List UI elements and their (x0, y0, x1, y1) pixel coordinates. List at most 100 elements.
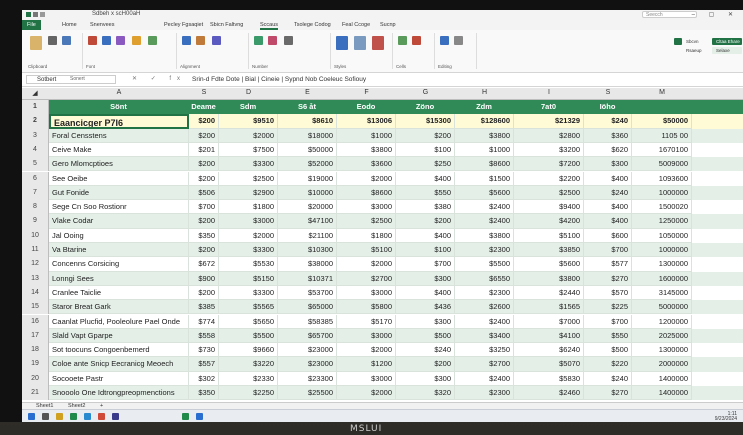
cell-value[interactable]: $506 (189, 185, 219, 201)
cell-value[interactable]: $3000 (219, 214, 278, 229)
cell-value[interactable]: $300 (396, 371, 455, 386)
cell-value[interactable]: Eodo (337, 100, 396, 115)
row-number[interactable]: 6 (22, 171, 49, 186)
comma-icon[interactable] (284, 36, 293, 45)
cell-value[interactable]: 7at0 (514, 100, 584, 115)
cell-value[interactable]: $2000 (337, 171, 396, 186)
cell-value[interactable]: $270 (584, 386, 632, 401)
edge-icon[interactable] (84, 413, 91, 420)
row-number[interactable]: 16 (22, 314, 49, 329)
cell-label[interactable]: Coloe ante Snicp Eecranicg Meoech (49, 357, 189, 372)
row-number[interactable]: 14 (22, 285, 49, 301)
cell-value[interactable]: $10000 (278, 185, 337, 201)
cell-value[interactable]: Zdm (455, 100, 514, 115)
row-number[interactable]: 2 (22, 114, 49, 129)
column-header[interactable]: S (584, 89, 632, 96)
ribbon-right-button[interactable]: Sbcvn (686, 39, 699, 44)
cell-value[interactable]: $8600 (455, 157, 514, 172)
cell-value[interactable]: $240 (584, 371, 632, 386)
cell-value[interactable]: $2500 (219, 171, 278, 186)
comments-button-label[interactable]: Selaxe (716, 48, 730, 53)
search-taskbar-icon[interactable] (42, 413, 49, 420)
cell-value[interactable]: $20000 (278, 200, 337, 215)
cell-value[interactable]: $8610 (278, 114, 337, 129)
cell-value[interactable]: $3200 (514, 142, 584, 158)
cell-value[interactable]: $25500 (278, 386, 337, 401)
cell-value[interactable]: $200 (189, 157, 219, 172)
cell-value[interactable]: $200 (189, 114, 219, 129)
cell-value[interactable]: $2000 (337, 343, 396, 358)
cell-label[interactable]: Socooete Pastr (49, 371, 189, 386)
cell-value[interactable]: $400 (396, 171, 455, 186)
cell-value[interactable]: $900 (189, 271, 219, 286)
format-table-icon[interactable] (354, 36, 366, 50)
cell-value[interactable]: $6240 (514, 343, 584, 358)
cell-value[interactable]: $2300 (455, 243, 514, 258)
cell-value[interactable]: $250 (396, 157, 455, 172)
cell-value[interactable]: $52000 (278, 157, 337, 172)
cell-value[interactable]: 1000000 (632, 243, 692, 258)
cell-value[interactable]: $7500 (219, 142, 278, 158)
cell-value[interactable]: $100 (396, 142, 455, 158)
cell-value[interactable]: $2400 (455, 200, 514, 215)
cell-value[interactable]: $2300 (455, 285, 514, 301)
cell-value[interactable]: $558 (189, 328, 219, 344)
cell-value[interactable]: $9660 (219, 343, 278, 358)
cell-label[interactable]: Caanlat Plucfid, Pooleolure Pael Onde (49, 314, 189, 329)
cell-value[interactable]: $10300 (278, 243, 337, 258)
cell-label[interactable]: Gut Fonide (49, 185, 189, 201)
window-controls[interactable]: – ▢ ✕ (692, 11, 739, 18)
cell-value[interactable]: $10371 (278, 271, 337, 286)
cell-value[interactable]: 1400000 (632, 371, 692, 386)
tab-6[interactable]: Tsolege Codog (294, 22, 331, 28)
cell-value[interactable]: $300 (584, 157, 632, 172)
cell-value[interactable]: 1400000 (632, 386, 692, 401)
cell-value[interactable]: $300 (396, 314, 455, 329)
cell-value[interactable]: $47100 (278, 214, 337, 229)
cell-value[interactable]: $3300 (219, 285, 278, 301)
excel-running-icon[interactable] (182, 413, 189, 420)
cell-value[interactable]: $2000 (337, 386, 396, 401)
tab-7[interactable]: Feal Ccoge (342, 22, 370, 28)
cell-value[interactable]: $23000 (278, 357, 337, 372)
cell-value[interactable]: 1000000 (632, 185, 692, 201)
system-tray[interactable]: 1:11 9/23/2024 (715, 412, 737, 422)
cell-value[interactable]: Sdm (219, 100, 278, 115)
cell-value[interactable]: $2000 (337, 257, 396, 272)
cell-value[interactable]: $200 (396, 357, 455, 372)
column-header[interactable]: M (632, 89, 692, 96)
row-number[interactable]: 21 (22, 386, 49, 401)
find-icon[interactable] (454, 36, 463, 45)
column-header[interactable]: H (455, 89, 514, 96)
cell-value[interactable]: $1500 (455, 171, 514, 186)
row-number[interactable]: 15 (22, 300, 49, 315)
cell-value[interactable]: 5000000 (632, 300, 692, 315)
row-number[interactable]: 20 (22, 371, 49, 386)
fill-color-icon[interactable] (132, 36, 141, 45)
cell-value[interactable]: $1200 (337, 357, 396, 372)
row-number[interactable]: 7 (22, 185, 49, 201)
sort-filter-icon[interactable] (440, 36, 449, 45)
cell-label[interactable]: Foral Censstens (49, 128, 189, 143)
cell-value[interactable]: $400 (584, 214, 632, 229)
tab-3[interactable]: Pecley Fgsaqiet (164, 22, 203, 28)
conditional-format-icon[interactable] (336, 36, 348, 50)
cell-value[interactable]: $5070 (514, 357, 584, 372)
cell-value[interactable]: $600 (584, 228, 632, 243)
cell-value[interactable]: $302 (189, 371, 219, 386)
bold-icon[interactable] (102, 36, 111, 45)
cell-value[interactable]: $3250 (455, 343, 514, 358)
cell-value[interactable]: $5600 (514, 257, 584, 272)
cell-value[interactable]: $2000 (219, 228, 278, 243)
cell-value[interactable]: $577 (584, 257, 632, 272)
cell-value[interactable]: $240 (584, 185, 632, 201)
formula-input[interactable]: Srin-d Fdte Dote | Bial | Cineie | Sypnd… (192, 75, 366, 84)
cell-value[interactable]: $7200 (514, 157, 584, 172)
cell-value[interactable]: $2250 (219, 386, 278, 401)
cell-label[interactable]: Jal Ooing (49, 228, 189, 243)
cell-value[interactable]: $2700 (455, 357, 514, 372)
merge-icon[interactable] (212, 36, 221, 45)
cell-value[interactable]: $50000 (278, 142, 337, 158)
cell-value[interactable]: $3800 (455, 228, 514, 243)
cell-value[interactable]: $4200 (514, 214, 584, 229)
